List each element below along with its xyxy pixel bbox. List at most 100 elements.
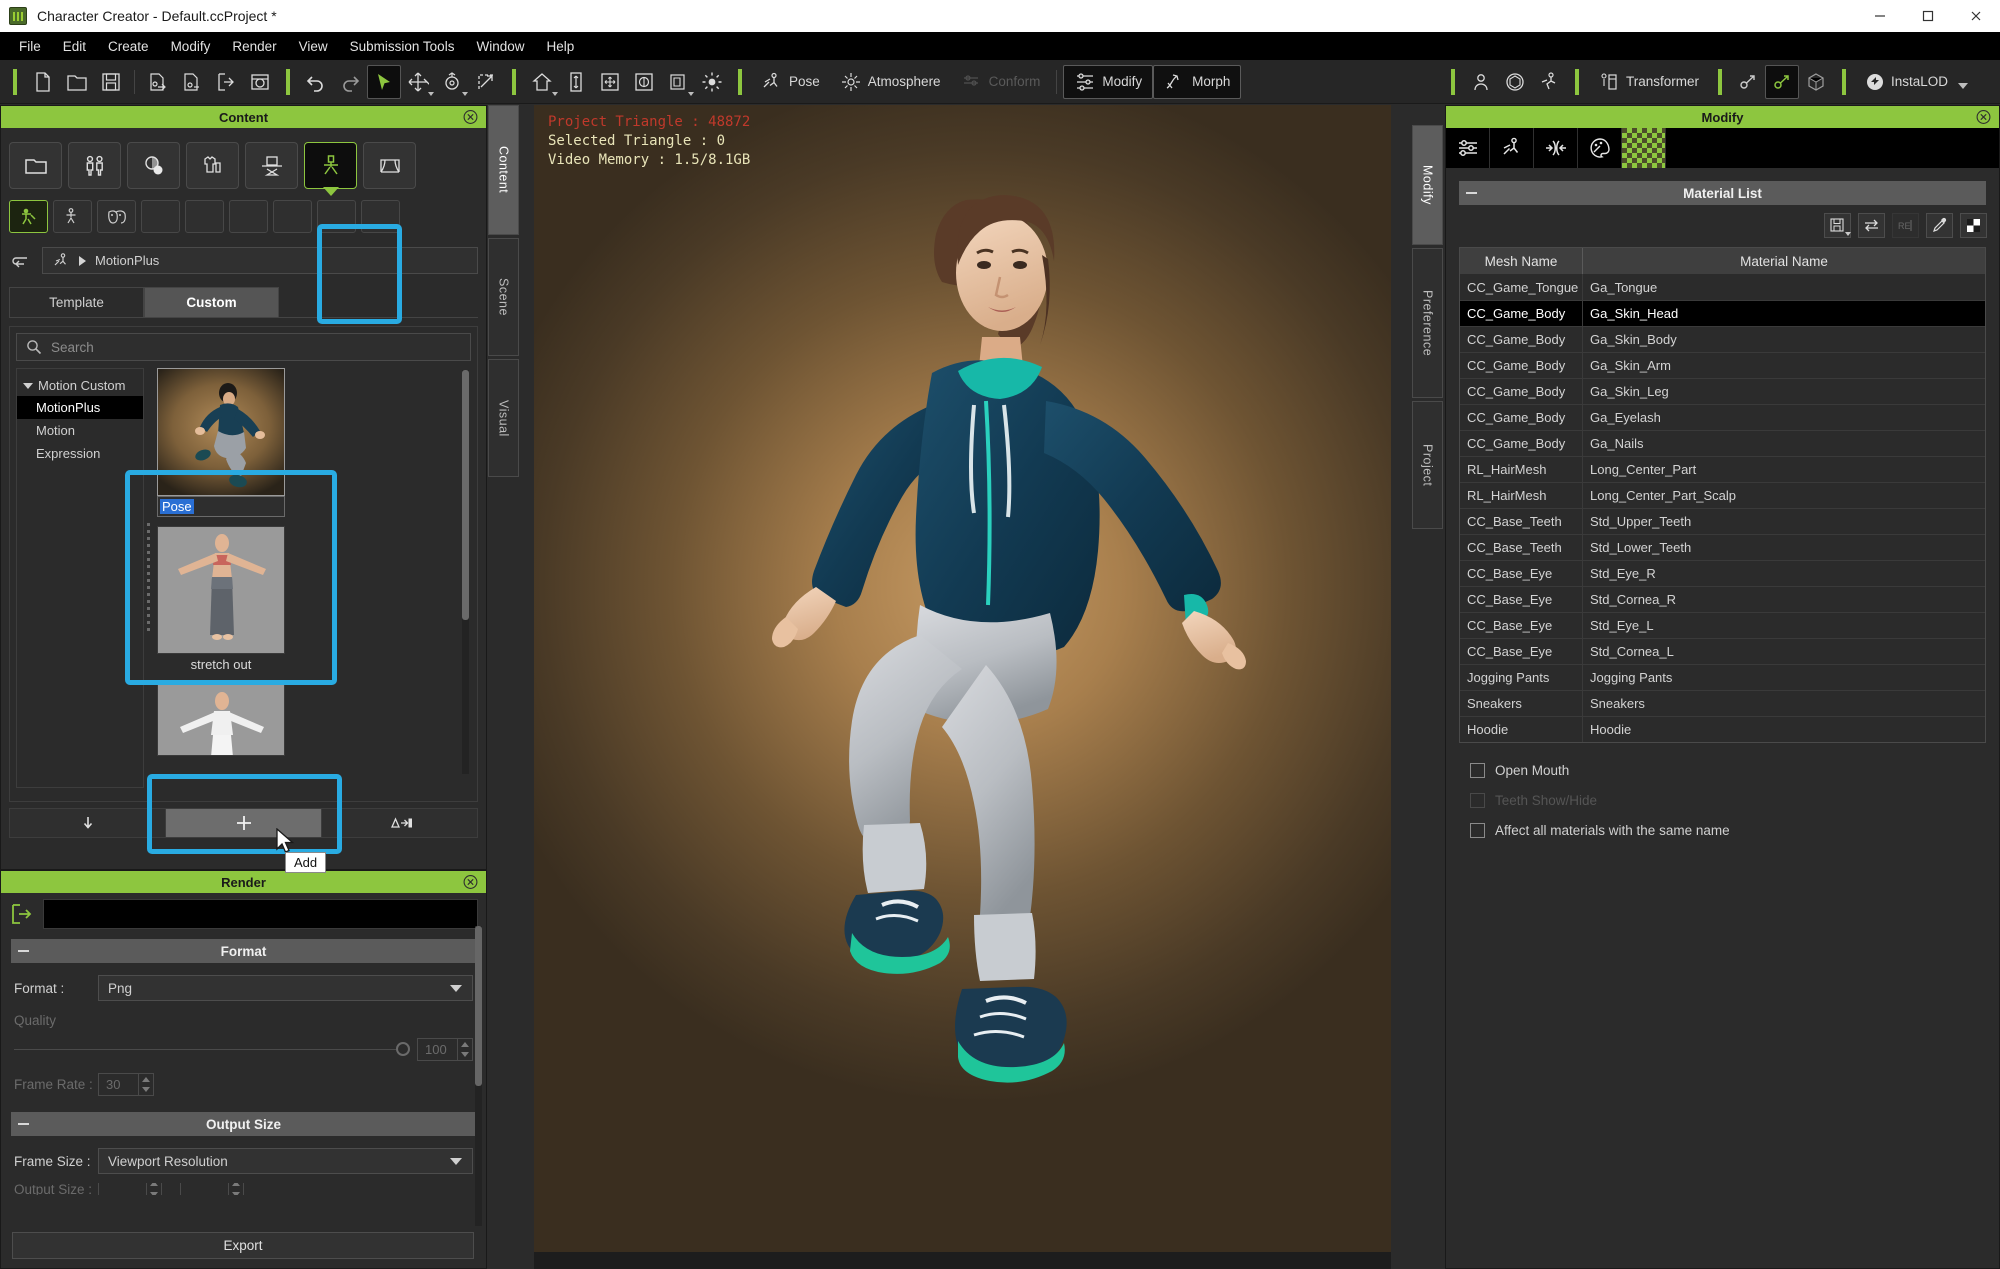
- table-row[interactable]: CC_Game_Body Ga_Skin_Arm: [1460, 352, 1985, 378]
- isolate-icon[interactable]: [661, 65, 695, 99]
- stepper-arrows[interactable]: [138, 1074, 153, 1095]
- breadcrumb[interactable]: MotionPlus: [42, 247, 478, 274]
- open-project-icon[interactable]: [60, 65, 94, 99]
- category-accessory[interactable]: [245, 142, 298, 189]
- character-model[interactable]: [534, 105, 1391, 1252]
- category-cloth[interactable]: [186, 142, 239, 189]
- tab-custom[interactable]: Custom: [144, 287, 279, 317]
- open-mouth-checkbox-row[interactable]: Open Mouth: [1470, 763, 1999, 778]
- fit-height-icon[interactable]: [559, 65, 593, 99]
- back-arrow-icon[interactable]: [9, 250, 33, 272]
- swap-material-icon[interactable]: [1858, 213, 1885, 238]
- output-height-stepper[interactable]: [180, 1183, 244, 1195]
- category-material[interactable]: [127, 142, 180, 189]
- transformer-button[interactable]: Transformer: [1588, 65, 1709, 99]
- table-row[interactable]: Hoodie Hoodie: [1460, 716, 1985, 742]
- menu-view[interactable]: View: [288, 35, 339, 58]
- collapse-icon[interactable]: [1466, 192, 1477, 194]
- list-item[interactable]: [157, 684, 285, 756]
- collapse-icon[interactable]: [18, 950, 29, 952]
- table-row[interactable]: Sneakers Sneakers: [1460, 690, 1985, 716]
- subcategory-expression[interactable]: [97, 200, 136, 233]
- search-box[interactable]: [16, 333, 471, 361]
- menu-create[interactable]: Create: [97, 35, 160, 58]
- scrollbar-thumb[interactable]: [475, 926, 482, 1086]
- vtab-modify[interactable]: Modify: [1412, 125, 1443, 245]
- chevron-down-icon[interactable]: [552, 91, 558, 96]
- open-mouth-checkbox[interactable]: [1470, 763, 1485, 778]
- category-stage[interactable]: [363, 142, 416, 189]
- home-view-icon[interactable]: [525, 65, 559, 99]
- motion-icon[interactable]: [1532, 65, 1566, 99]
- thumbnail-image[interactable]: [157, 526, 285, 654]
- eyedropper-icon[interactable]: [1926, 213, 1953, 238]
- menu-help[interactable]: Help: [535, 35, 585, 58]
- thumbnail-image[interactable]: [157, 684, 285, 756]
- subcategory-empty-5[interactable]: [317, 200, 356, 233]
- table-row[interactable]: CC_Game_Body Ga_Skin_Leg: [1460, 378, 1985, 404]
- table-row[interactable]: CC_Game_Tongue Ga_Tongue: [1460, 274, 1985, 300]
- menu-modify[interactable]: Modify: [160, 35, 222, 58]
- affect-all-materials-checkbox[interactable]: [1470, 823, 1485, 838]
- export-path-icon[interactable]: [9, 901, 35, 927]
- thumbnail-scrollbar[interactable]: [462, 370, 469, 774]
- frame-rate-stepper[interactable]: 30: [98, 1073, 154, 1096]
- subcategory-motionplus[interactable]: [9, 200, 48, 233]
- edit-lod-icon[interactable]: [1799, 65, 1833, 99]
- redo-icon[interactable]: [333, 65, 367, 99]
- tree-item-motion[interactable]: Motion: [17, 419, 143, 442]
- quality-slider[interactable]: [14, 1042, 410, 1056]
- 3d-viewport[interactable]: Project Triangle : 48872 Selected Triang…: [534, 105, 1391, 1252]
- table-row[interactable]: CC_Base_Teeth Std_Lower_Teeth: [1460, 534, 1985, 560]
- format-select[interactable]: Png: [98, 975, 473, 1001]
- stepper-down[interactable]: [139, 1085, 153, 1096]
- rotate-tool-icon[interactable]: [435, 65, 469, 99]
- chevron-down-icon[interactable]: [428, 91, 434, 96]
- menu-submission-tools[interactable]: Submission Tools: [339, 35, 466, 58]
- render-scrollbar[interactable]: [475, 926, 482, 1226]
- two-tone-icon[interactable]: [1960, 213, 1987, 238]
- format-section-header[interactable]: Format: [11, 939, 476, 963]
- close-icon[interactable]: [463, 875, 478, 890]
- chevron-down-icon[interactable]: [450, 1157, 462, 1165]
- export-icon[interactable]: [209, 65, 243, 99]
- stepper-up[interactable]: [458, 1039, 472, 1050]
- tab-collision[interactable]: [1534, 128, 1578, 168]
- output-size-section-header[interactable]: Output Size: [11, 1112, 476, 1136]
- edit-mesh-icon[interactable]: [1731, 65, 1765, 99]
- search-input[interactable]: [51, 339, 461, 355]
- convert-button[interactable]: [322, 809, 477, 837]
- close-icon[interactable]: [463, 110, 478, 125]
- subcategory-empty-1[interactable]: [141, 200, 180, 233]
- scale-tool-icon[interactable]: [469, 65, 503, 99]
- category-folder[interactable]: [9, 142, 62, 189]
- tab-material[interactable]: [1622, 128, 1666, 168]
- table-row[interactable]: CC_Game_Body Ga_Eyelash: [1460, 404, 1985, 430]
- tab-template[interactable]: Template: [9, 287, 144, 317]
- category-character[interactable]: [68, 142, 121, 189]
- chevron-down-icon[interactable]: [688, 91, 694, 96]
- table-row[interactable]: CC_Game_Body Ga_Skin_Body: [1460, 326, 1985, 352]
- morph-button[interactable]: Morph: [1153, 64, 1242, 99]
- stepper-arrows[interactable]: [457, 1039, 472, 1060]
- affect-all-materials-checkbox-row[interactable]: Affect all materials with the same name: [1470, 823, 1999, 838]
- tab-pose[interactable]: [1490, 128, 1534, 168]
- tree-root-motion-custom[interactable]: Motion Custom: [17, 375, 143, 396]
- chevron-down-icon[interactable]: [450, 984, 462, 992]
- select-tool-icon[interactable]: [367, 64, 401, 99]
- minimize-button[interactable]: [1856, 0, 1904, 32]
- menu-render[interactable]: Render: [221, 35, 287, 58]
- export-button[interactable]: Export: [12, 1232, 474, 1259]
- scrollbar-thumb[interactable]: [462, 370, 469, 620]
- fit-all-icon[interactable]: [593, 65, 627, 99]
- splitter-handle[interactable]: [144, 368, 153, 788]
- save-project-icon[interactable]: [94, 65, 128, 99]
- stepper-up[interactable]: [139, 1074, 153, 1085]
- menu-file[interactable]: File: [8, 35, 52, 58]
- move-tool-icon[interactable]: [401, 65, 435, 99]
- vtab-scene[interactable]: Scene: [488, 238, 519, 356]
- atmosphere-button[interactable]: Atmosphere: [830, 65, 951, 99]
- export-path-field[interactable]: [43, 899, 478, 929]
- pose-button[interactable]: Pose: [751, 65, 830, 99]
- table-row[interactable]: RL_HairMesh Long_Center_Part: [1460, 456, 1985, 482]
